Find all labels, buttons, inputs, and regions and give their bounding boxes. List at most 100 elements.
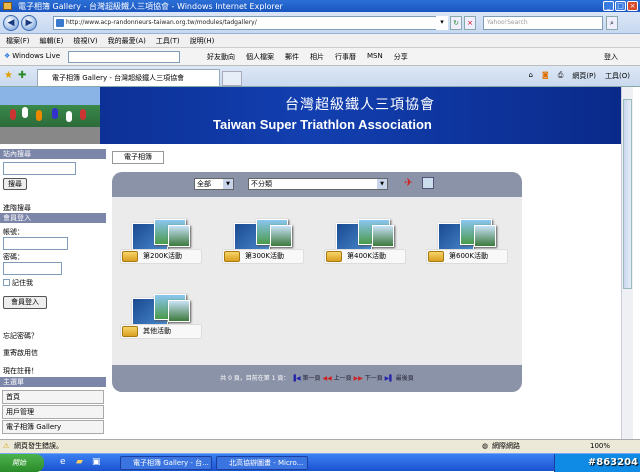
- live-icon: ❖: [4, 52, 11, 60]
- folder-icon: [122, 251, 138, 262]
- search-heading: 站內搜尋: [0, 149, 106, 159]
- add-favorite-icon[interactable]: ✚: [18, 70, 26, 81]
- home-icon[interactable]: ⌂: [528, 71, 532, 81]
- main-menu-heading: 主選單: [0, 377, 106, 387]
- favorites-star-icon[interactable]: ★: [4, 70, 13, 81]
- quicklaunch-ie-icon[interactable]: e: [60, 457, 66, 467]
- menu-view[interactable]: 檢視(V): [73, 36, 97, 46]
- maximize-button[interactable]: □: [615, 1, 626, 11]
- new-tab-button[interactable]: [222, 71, 242, 86]
- menu-item-users[interactable]: 用戶管理: [2, 405, 104, 419]
- remember-checkbox[interactable]: [3, 279, 10, 286]
- stop-icon[interactable]: ×: [464, 16, 476, 30]
- filter-category-value: 不分類: [251, 180, 272, 188]
- login-heading: 會員登入: [0, 213, 106, 223]
- vertical-scrollbar[interactable]: [621, 87, 633, 439]
- address-bar[interactable]: http://www.acp-randonneurs-taiwan.org.tw…: [53, 16, 446, 30]
- tab-label: 電子相簿 Gallery - 台灣超級鐵人三項協會: [52, 74, 185, 82]
- resend-activation-link[interactable]: 重寄啟用信: [3, 348, 38, 358]
- link-friends[interactable]: 好友動向: [207, 52, 235, 62]
- menu-item-gallery[interactable]: 電子相簿 Gallery: [2, 420, 104, 434]
- advanced-search-link[interactable]: 進階搜尋: [3, 203, 31, 213]
- last-page-link[interactable]: 最後頁: [396, 375, 414, 382]
- link-share[interactable]: 分享: [394, 52, 408, 62]
- tab-bar: ★ ✚ 電子相簿 Gallery - 台灣超級鐵人三項協會 ⌂ ◙ ⎙ 網頁(P…: [0, 66, 640, 87]
- banner-title-zh: 台灣超級鐵人三項協會: [285, 97, 435, 113]
- folder-icon: [224, 251, 240, 262]
- page-menu[interactable]: 網頁(P): [572, 71, 596, 81]
- register-link[interactable]: 現在註冊！: [3, 366, 38, 376]
- album-title: 其他活動: [143, 327, 171, 335]
- menu-bar: 檔案(F) 編輯(E) 檢視(V) 我的最愛(A) 工具(T) 說明(H): [0, 34, 640, 48]
- back-button[interactable]: ◀: [3, 15, 19, 31]
- menu-edit[interactable]: 編輯(E): [40, 36, 64, 46]
- page-icon: [56, 19, 64, 27]
- menu-favorites[interactable]: 我的最愛(A): [108, 36, 146, 46]
- link-msn[interactable]: MSN: [367, 52, 383, 62]
- filter-all-select[interactable]: 全部 ▼: [194, 178, 234, 190]
- next-page-link[interactable]: 下一頁: [365, 375, 383, 382]
- print-icon[interactable]: ⎙: [558, 71, 564, 81]
- album-item[interactable]: 第600K活動: [426, 219, 508, 271]
- forward-button[interactable]: ▶: [21, 15, 37, 31]
- internet-zone-icon: ◍: [482, 442, 489, 450]
- search-icon[interactable]: ⌕: [606, 16, 618, 30]
- slideshow-icon[interactable]: ✈: [404, 177, 416, 189]
- minimize-button[interactable]: _: [603, 1, 614, 11]
- link-calendar[interactable]: 行事曆: [335, 52, 356, 62]
- album-title: 第200K活動: [143, 252, 182, 260]
- link-profile[interactable]: 個人檔案: [246, 52, 274, 62]
- ie-icon: [3, 2, 12, 10]
- menu-item-home[interactable]: 首頁: [2, 390, 104, 404]
- photos-view-icon[interactable]: [422, 177, 434, 189]
- album-item[interactable]: 其他活動: [120, 294, 202, 346]
- zone-text: 網際網路: [492, 442, 520, 450]
- link-mail[interactable]: 郵件: [285, 52, 299, 62]
- account-input[interactable]: [3, 237, 68, 250]
- next-page-icon: ▶▶: [353, 375, 363, 382]
- login-button[interactable]: 會員登入: [3, 296, 47, 309]
- scrollbar-thumb[interactable]: [623, 99, 632, 289]
- status-text[interactable]: 網頁發生錯誤。: [14, 440, 63, 453]
- start-button[interactable]: 開始: [0, 454, 44, 472]
- album-item[interactable]: 第400K活動: [324, 219, 406, 271]
- password-input[interactable]: [3, 262, 62, 275]
- chevron-down-icon: ▼: [377, 179, 387, 189]
- task-word[interactable]: 北高協辦圖畫 - Micro...: [216, 456, 308, 470]
- filter-all-value: 全部: [197, 180, 211, 188]
- address-dropdown-icon[interactable]: ▾: [436, 16, 448, 30]
- menu-file[interactable]: 檔案(F): [6, 36, 30, 46]
- album-title: 第400K活動: [347, 252, 386, 260]
- live-toolbar: ❖ Windows Live 好友動向 個人檔案 郵件 相片 行事曆 MSN 分享…: [0, 48, 640, 66]
- banner-title-en: Taiwan Super Triathlon Association: [213, 117, 432, 132]
- menu-help[interactable]: 說明(H): [190, 36, 215, 46]
- album-item[interactable]: 第300K活動: [222, 219, 304, 271]
- signin-link[interactable]: 登入: [604, 52, 618, 62]
- window-titlebar: 電子相簿 Gallery - 台灣超級鐵人三項協會 - Windows Inte…: [0, 0, 640, 12]
- chevron-down-icon: ▼: [223, 179, 233, 189]
- filter-category-select[interactable]: 不分類 ▼: [248, 178, 388, 190]
- feeds-icon[interactable]: ◙: [542, 71, 549, 81]
- zoom-level[interactable]: 100%: [590, 440, 610, 453]
- close-window-button[interactable]: ×: [627, 1, 638, 11]
- search-button[interactable]: 搜尋: [3, 178, 27, 190]
- album-item[interactable]: 第200K活動: [120, 219, 202, 271]
- first-page-icon: ▐◀: [291, 375, 301, 382]
- quicklaunch-folder-icon[interactable]: ▰: [76, 457, 83, 467]
- breadcrumb[interactable]: 電子相簿: [112, 151, 164, 164]
- tab-gallery[interactable]: 電子相簿 Gallery - 台灣超級鐵人三項協會: [37, 69, 220, 86]
- gallery-panel: 全部 ▼ 不分類 ▼ ✈ 第200K活動 第300K活動 第400K活動 第600K…: [112, 172, 522, 392]
- refresh-icon[interactable]: ↻: [450, 16, 462, 30]
- prev-page-link[interactable]: 上一頁: [334, 375, 352, 382]
- task-gallery[interactable]: 電子相簿 Gallery - 台...: [120, 456, 212, 470]
- live-search-input[interactable]: [68, 51, 180, 63]
- quicklaunch-desktop-icon[interactable]: ▣: [92, 457, 101, 467]
- site-search-input[interactable]: [3, 162, 76, 175]
- search-input[interactable]: Yahoo!Search: [483, 16, 603, 30]
- menu-tools[interactable]: 工具(T): [156, 36, 180, 46]
- status-bar: ⚠ 網頁發生錯誤。 ◍ 網際網路 100%: [0, 439, 640, 453]
- forgot-password-link[interactable]: 忘記密碼？: [3, 331, 38, 341]
- link-photos[interactable]: 相片: [310, 52, 324, 62]
- tools-menu[interactable]: 工具(O): [605, 71, 630, 81]
- first-page-link[interactable]: 第一頁: [303, 375, 321, 382]
